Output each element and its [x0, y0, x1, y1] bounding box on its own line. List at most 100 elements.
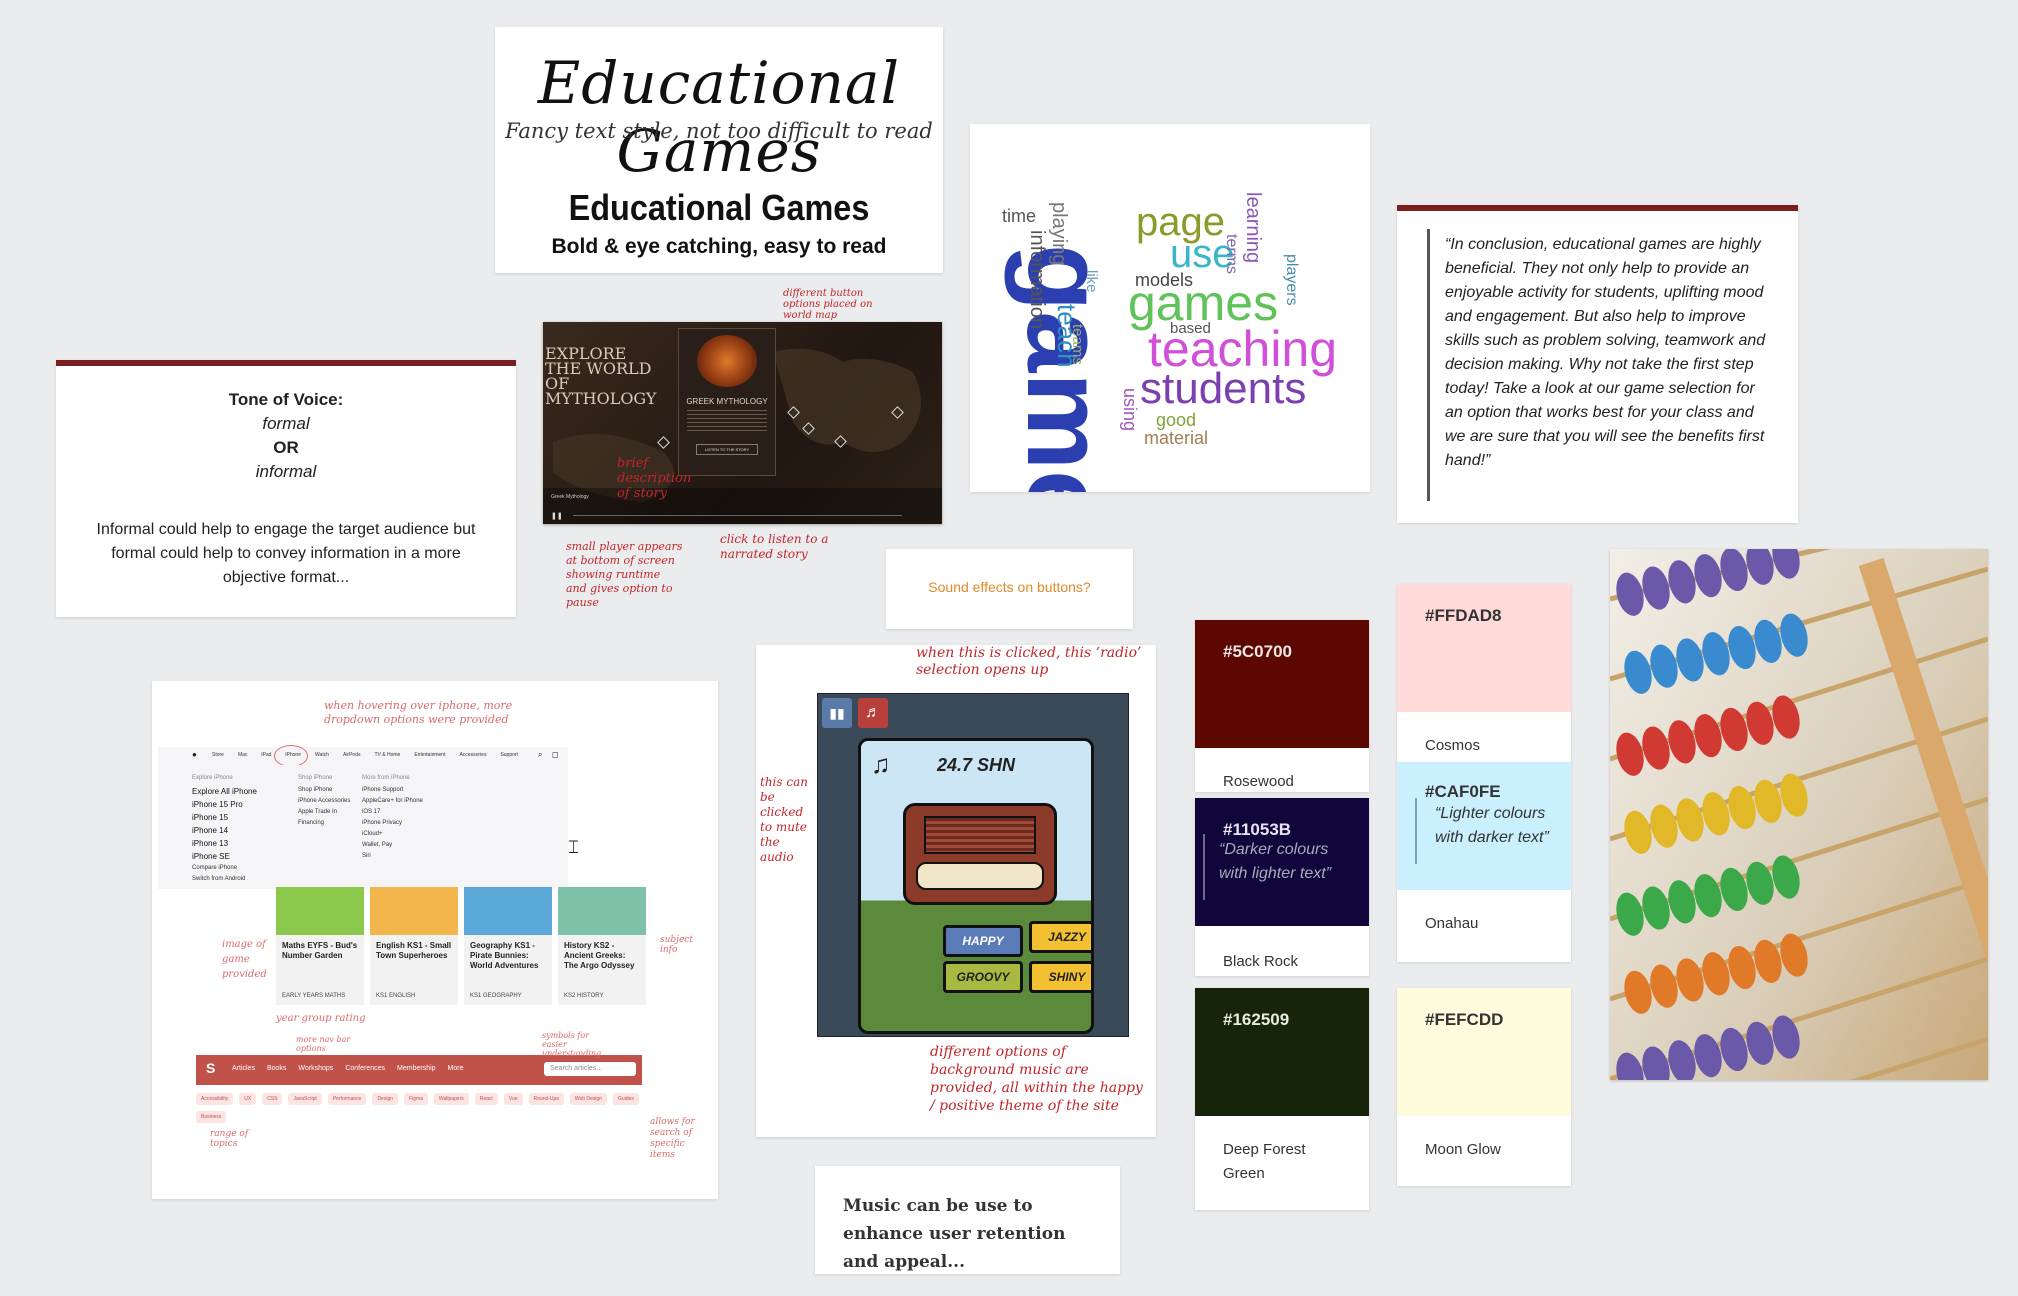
- word-cloud-card[interactable]: game games teaching students page use te…: [970, 124, 1370, 492]
- site-nav-item[interactable]: Articles: [232, 1065, 255, 1072]
- menu-link[interactable]: iPhone SE: [192, 850, 257, 863]
- menu-link[interactable]: iCloud+: [362, 829, 423, 840]
- menu-col3-head: More from iPhone: [362, 775, 410, 781]
- abacus-bead: [1650, 644, 1678, 688]
- site-logo-icon[interactable]: S: [206, 1060, 215, 1076]
- mood-button-shiny[interactable]: SHINY: [1029, 961, 1091, 993]
- menu-link[interactable]: Apple Trade In: [298, 807, 350, 818]
- radio-dial: [916, 862, 1044, 890]
- search-icon[interactable]: ⌕: [538, 750, 542, 760]
- menu-link[interactable]: iPhone 15 Pro: [192, 798, 257, 811]
- menu-link[interactable]: Compare iPhone: [192, 863, 245, 874]
- nav-item[interactable]: iPad: [261, 752, 271, 758]
- swatch-color: [1195, 620, 1369, 748]
- game-card[interactable]: Maths EYFS - Bud's Number Garden EARLY YE…: [276, 887, 364, 1005]
- swatch-moon-glow[interactable]: #FEFCDD Moon Glow: [1397, 988, 1571, 1186]
- menu-link[interactable]: Financing: [298, 818, 350, 829]
- menu-link[interactable]: iPhone 15: [192, 811, 257, 824]
- swatch-black-rock[interactable]: #11053B “Darker colours with lighter tex…: [1195, 798, 1369, 976]
- menu-link[interactable]: iPhone Privacy: [362, 818, 423, 829]
- game-image[interactable]: [370, 887, 458, 935]
- nav-item[interactable]: Support: [500, 752, 518, 758]
- topic-tag[interactable]: Guides: [612, 1093, 639, 1105]
- bag-icon[interactable]: ◻: [552, 750, 559, 759]
- menu-link[interactable]: iPhone Accessories: [298, 796, 350, 807]
- mythology-screenshot[interactable]: EXPLORE THE WORLD OF MYTHOLOGY GREEK MYT…: [543, 322, 942, 524]
- menu-link[interactable]: iPhone 14: [192, 824, 257, 837]
- website-reference-card[interactable]: ● Store Mac iPad iPhone Watch AirPods TV & Hom…: [152, 681, 718, 1199]
- apple-logo-icon[interactable]: ●: [192, 750, 197, 759]
- myth-panel: GREEK MYTHOLOGY LISTEN TO THE STORY: [678, 328, 776, 476]
- nav-item[interactable]: Accessories: [459, 752, 486, 758]
- note-subject: subject info: [660, 935, 693, 955]
- menu-link[interactable]: iOS 17: [362, 807, 423, 818]
- note-radio-options: different options of background music ar…: [930, 1044, 1143, 1114]
- topic-tag[interactable]: React: [474, 1093, 498, 1105]
- pause-icon[interactable]: ❚❚: [551, 512, 563, 520]
- player-bar[interactable]: Greek Mythology ❚❚: [543, 488, 942, 524]
- menu-col2-head: Shop iPhone: [298, 775, 333, 781]
- game-card[interactable]: English KS1 - Small Town Superheroes KS1 …: [370, 887, 458, 1005]
- mood-button-jazzy[interactable]: JAZZY: [1029, 921, 1091, 953]
- menu-link[interactable]: iPhone 13: [192, 837, 257, 850]
- menu-link[interactable]: Siri: [362, 851, 423, 862]
- topic-tag[interactable]: Business: [196, 1111, 227, 1123]
- mood-button-happy[interactable]: HAPPY: [943, 925, 1023, 957]
- game-image[interactable]: [558, 887, 646, 935]
- site-nav-item[interactable]: More: [448, 1065, 464, 1072]
- radio-body: [903, 803, 1057, 905]
- topic-tag[interactable]: Performance: [327, 1093, 367, 1105]
- swatch-hex: #5C0700: [1223, 642, 1293, 661]
- topic-tag[interactable]: Accessibility: [196, 1093, 234, 1105]
- chart-toggle-button[interactable]: ▮▮: [822, 698, 852, 728]
- listen-button[interactable]: LISTEN TO THE STORY: [696, 444, 758, 455]
- game-card[interactable]: History KS2 - Ancient Greeks: The Argo O…: [558, 887, 646, 1005]
- topic-tag[interactable]: Vue: [503, 1093, 523, 1105]
- music-toggle-button[interactable]: ♬: [858, 698, 888, 728]
- topic-tag[interactable]: Design: [372, 1093, 399, 1105]
- menu-link[interactable]: Explore All iPhone: [192, 785, 257, 798]
- site-nav-item[interactable]: Conferences: [345, 1065, 385, 1072]
- mood-button-groovy[interactable]: GROOVY: [943, 961, 1023, 993]
- game-image[interactable]: [276, 887, 364, 935]
- nav-item[interactable]: Store: [212, 752, 224, 758]
- tone-of-voice-card[interactable]: Tone of Voice: formal OR informal Inform…: [56, 360, 516, 617]
- topic-tag[interactable]: Web Design: [569, 1093, 607, 1105]
- topic-tag[interactable]: JavaScript: [288, 1093, 322, 1105]
- site-nav-item[interactable]: Membership: [397, 1065, 436, 1072]
- music-retention-card[interactable]: Music can be use to enhance user retenti…: [815, 1166, 1120, 1274]
- swatch-rosewood[interactable]: #5C0700 Rosewood: [1195, 620, 1369, 792]
- nav-item[interactable]: Watch: [315, 752, 329, 758]
- abacus-bead: [1702, 792, 1730, 836]
- nav-item[interactable]: AirPods: [343, 752, 361, 758]
- abacus-bead: [1694, 874, 1722, 918]
- nav-item[interactable]: TV & Home: [375, 752, 401, 758]
- game-image[interactable]: [464, 887, 552, 935]
- player-progress[interactable]: [573, 515, 902, 516]
- topic-tag[interactable]: Figma: [404, 1093, 428, 1105]
- font-style-card[interactable]: Educational Games Fancy text style, not …: [495, 27, 943, 273]
- topic-tag[interactable]: Round-Ups: [528, 1093, 564, 1105]
- game-card[interactable]: Geography KS1 - Pirate Bunnies: World Ad…: [464, 887, 552, 1005]
- conclusion-quote-card[interactable]: “In conclusion, educational games are hi…: [1397, 205, 1798, 523]
- menu-link[interactable]: iPhone Support: [362, 785, 423, 796]
- swatch-onahau[interactable]: #CAF0FE “Lighter colours with darker tex…: [1397, 762, 1571, 962]
- nav-item[interactable]: Mac: [238, 752, 247, 758]
- swatch-deep-forest-green[interactable]: #162509 Deep Forest Green: [1195, 988, 1369, 1210]
- site-nav-item[interactable]: Books: [267, 1065, 286, 1072]
- topic-tag[interactable]: Wallpapers: [433, 1093, 469, 1105]
- radio-screenshot-card[interactable]: ▮▮ ♬ 24.7 SHN ♫ HAPPY JAZZY GROOVY SHINY…: [756, 645, 1156, 1137]
- sound-effects-card[interactable]: Sound effects on buttons?: [886, 549, 1133, 629]
- menu-link[interactable]: AppleCare+ for iPhone: [362, 796, 423, 807]
- topic-tag[interactable]: UX: [239, 1093, 257, 1105]
- nav-item[interactable]: Entertainment: [414, 752, 445, 758]
- site-nav-item[interactable]: Workshops: [298, 1065, 333, 1072]
- menu-link[interactable]: Switch from Android: [192, 874, 245, 885]
- site-search-input[interactable]: Search articles...: [544, 1062, 636, 1076]
- site-nav-bar: S Articles Books Workshops Conferences Membe…: [196, 1055, 642, 1085]
- menu-link[interactable]: Shop iPhone: [298, 785, 350, 796]
- topic-tag[interactable]: CSS: [262, 1093, 283, 1105]
- swatch-hex: #FEFCDD: [1425, 1010, 1504, 1029]
- menu-link[interactable]: Wallet, Pay: [362, 840, 423, 851]
- swatch-cosmos[interactable]: #FFDAD8 Cosmos: [1397, 584, 1571, 764]
